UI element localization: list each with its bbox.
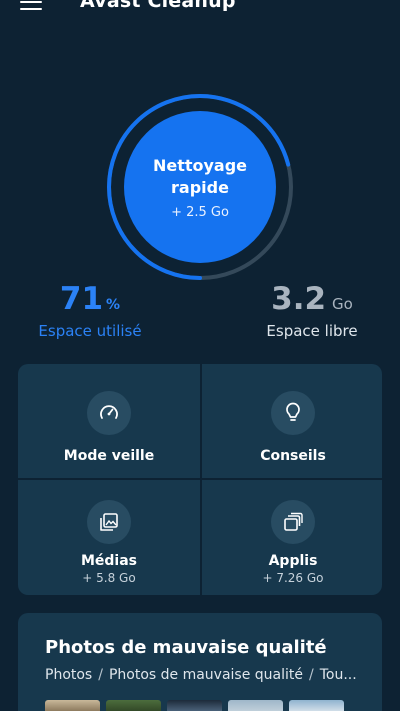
tile-medias[interactable]: Médias + 5.8 Go (18, 480, 200, 595)
breadcrumb-separator: / (98, 667, 103, 683)
tile-size: + 5.8 Go (82, 571, 136, 585)
breadcrumb-item[interactable]: Photos de mauvaise qualité (109, 667, 303, 683)
free-space-unit: Go (332, 295, 353, 313)
hamburger-menu-icon[interactable] (20, 0, 42, 10)
tile-label: Conseils (260, 448, 326, 464)
photo-thumbnail[interactable] (289, 700, 344, 711)
photo-thumbnail[interactable] (106, 700, 161, 711)
free-space-label: Espace libre (266, 322, 358, 340)
tile-label: Mode veille (63, 448, 155, 464)
used-space-stat: 71 % Espace utilisé (0, 281, 180, 340)
tile-mode-veille[interactable]: Mode veille (18, 364, 200, 478)
used-space-value: 71 (59, 281, 104, 317)
speedometer-icon (87, 391, 131, 435)
used-space-unit: % (106, 297, 121, 313)
media-gallery-icon (87, 500, 131, 544)
quick-clean-button[interactable]: Nettoyage rapide + 2.5 Go (124, 111, 276, 263)
low-quality-photos-card[interactable]: Photos de mauvaise qualité Photos / Photos… (18, 613, 382, 711)
photo-thumbnail[interactable] (45, 700, 100, 711)
photos-card-title: Photos de mauvaise qualité (45, 637, 327, 658)
used-space-label: Espace utilisé (38, 322, 142, 340)
quick-clean-title: Nettoyage rapide (152, 155, 248, 197)
free-space-value: 3.2 (271, 281, 327, 317)
apps-stack-icon (271, 500, 315, 544)
tile-label: Médias (80, 553, 138, 569)
free-space-stat: 3.2 Go Espace libre (222, 281, 400, 340)
breadcrumb-separator: / (309, 667, 314, 683)
lightbulb-icon (271, 391, 315, 435)
breadcrumb-item[interactable]: Tou... (320, 667, 357, 683)
photo-thumbnail[interactable] (228, 700, 283, 711)
tile-size: + 7.26 Go (262, 571, 324, 585)
feature-grid: Mode veille Conseils Médias + 5.8 Go App… (18, 364, 382, 595)
app-title: Avast Cleanup (80, 0, 236, 12)
tile-label: Applis (268, 553, 318, 569)
tile-applis[interactable]: Applis + 7.26 Go (202, 480, 382, 595)
breadcrumb-item[interactable]: Photos (45, 667, 92, 683)
photo-thumbnails (45, 700, 350, 711)
top-app-bar: Avast Cleanup (0, 0, 400, 20)
quick-clean-size: + 2.5 Go (171, 204, 229, 220)
storage-gauge: Nettoyage rapide + 2.5 Go (104, 91, 296, 283)
breadcrumb: Photos / Photos de mauvaise qualité / Tou... (45, 667, 357, 683)
photo-thumbnail[interactable] (167, 700, 222, 711)
tile-conseils[interactable]: Conseils (202, 364, 382, 478)
